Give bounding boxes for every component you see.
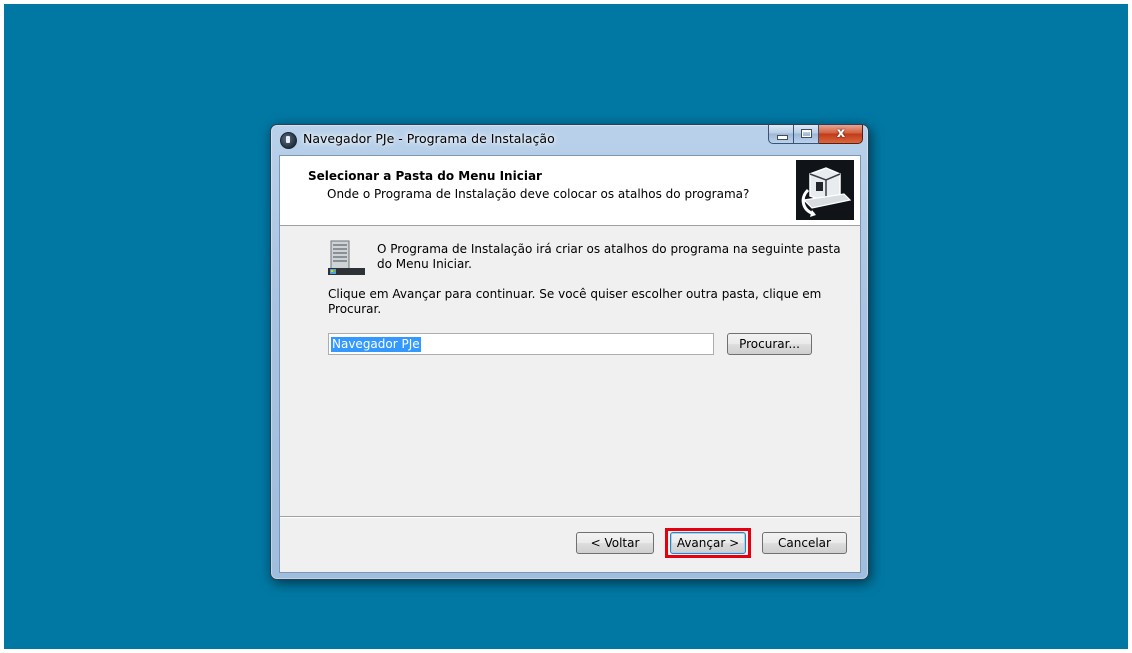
title-bar[interactable]: Navegador PJe - Programa de Instalação x xyxy=(271,125,868,153)
start-menu-folder-icon xyxy=(328,240,366,277)
info-text-line2: do Menu Iniciar. xyxy=(377,257,472,271)
close-icon: x xyxy=(836,126,846,141)
minimize-icon xyxy=(777,135,788,140)
close-button[interactable]: x xyxy=(819,125,863,144)
page-subtitle: Onde o Programa de Instalação deve coloc… xyxy=(327,187,750,201)
page-title: Selecionar a Pasta do Menu Iniciar xyxy=(308,169,542,183)
app-icon xyxy=(280,132,297,149)
installer-window: Navegador PJe - Programa de Instalação x… xyxy=(270,124,869,580)
wizard-client-area: Selecionar a Pasta do Menu Iniciar Onde … xyxy=(279,155,861,573)
next-button-highlight xyxy=(665,528,751,558)
info-text-line1: O Programa de Instalação irá criar os at… xyxy=(377,242,841,256)
browse-button[interactable]: Procurar... xyxy=(727,333,812,355)
maximize-button[interactable] xyxy=(794,125,819,144)
maximize-icon xyxy=(801,129,812,138)
minimize-button[interactable] xyxy=(768,125,794,144)
computer-setup-icon xyxy=(796,160,854,220)
start-menu-folder-value: Navegador PJe xyxy=(331,337,421,352)
instruction-text-line2: Procurar. xyxy=(328,302,382,316)
window-title: Navegador PJe - Programa de Instalação xyxy=(303,131,555,146)
wizard-header: Selecionar a Pasta do Menu Iniciar Onde … xyxy=(280,156,860,226)
instruction-text-line1: Clique em Avançar para continuar. Se voc… xyxy=(328,287,822,301)
back-button[interactable]: < Voltar xyxy=(576,532,654,554)
cancel-button[interactable]: Cancelar xyxy=(762,532,847,554)
start-menu-folder-field[interactable]: Navegador PJe xyxy=(328,333,714,355)
footer-divider xyxy=(280,516,860,518)
caption-buttons: x xyxy=(768,125,863,145)
